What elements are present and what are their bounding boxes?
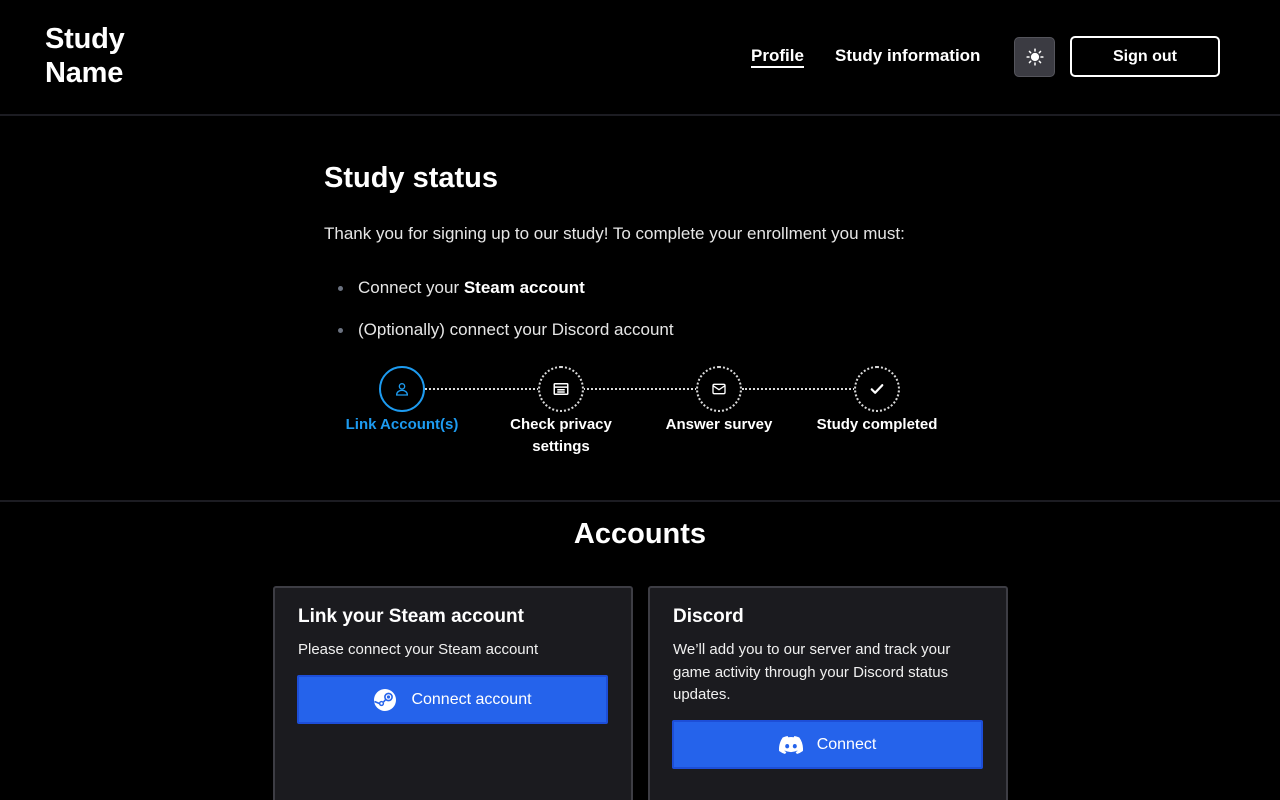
progress-stepper: Link Account(s) Check privacy settings A… — [0, 118, 1280, 502]
step-label: Answer survey — [665, 416, 773, 433]
step-answer-survey[interactable] — [696, 366, 742, 412]
steam-icon — [373, 688, 397, 712]
check-icon — [870, 384, 884, 394]
brand-logo[interactable]: Study Name — [45, 22, 125, 90]
step-label: Link Account(s) — [345, 416, 459, 433]
connect-steam-button[interactable]: Connect account — [297, 675, 608, 724]
accounts-title: Accounts — [573, 518, 707, 550]
list-icon — [553, 383, 569, 395]
discord-account-card: Discord We’ll add you to our server and … — [648, 586, 1008, 800]
step-label: Check privacy settings — [510, 416, 612, 455]
brand-line-2: Name — [45, 57, 124, 89]
step-link-accounts[interactable] — [379, 366, 425, 412]
brand-line-1: Study — [45, 23, 125, 55]
mail-icon — [712, 383, 726, 395]
step-study-completed[interactable] — [854, 366, 900, 412]
sun-icon — [1025, 48, 1044, 66]
step-label: Study completed — [816, 416, 938, 433]
discord-icon — [778, 735, 803, 754]
study-status-section: Study status Thank you for signing up to… — [0, 118, 1280, 502]
step-connector — [425, 388, 539, 390]
connect-discord-button[interactable]: Connect — [672, 720, 983, 769]
steam-account-card: Link your Steam account Please connect y… — [273, 586, 633, 800]
button-label: Connect account — [411, 690, 532, 708]
nav-link-profile[interactable]: Profile — [751, 45, 804, 68]
step-connector — [583, 388, 697, 390]
user-icon — [395, 383, 409, 396]
card-description: We’ll add you to our server and track yo… — [673, 641, 951, 703]
nav-link-study-information[interactable]: Study information — [835, 45, 980, 66]
card-description: Please connect your Steam account — [298, 641, 539, 658]
card-title: Discord — [673, 606, 744, 627]
top-header: Study Name Profile Study information Sig… — [0, 0, 1280, 116]
button-label: Connect — [816, 735, 877, 753]
step-connector — [742, 388, 855, 390]
card-title: Link your Steam account — [298, 606, 524, 627]
sign-out-button[interactable]: Sign out — [1070, 36, 1220, 77]
theme-toggle-button[interactable] — [1014, 37, 1055, 77]
step-check-privacy[interactable] — [538, 366, 584, 412]
